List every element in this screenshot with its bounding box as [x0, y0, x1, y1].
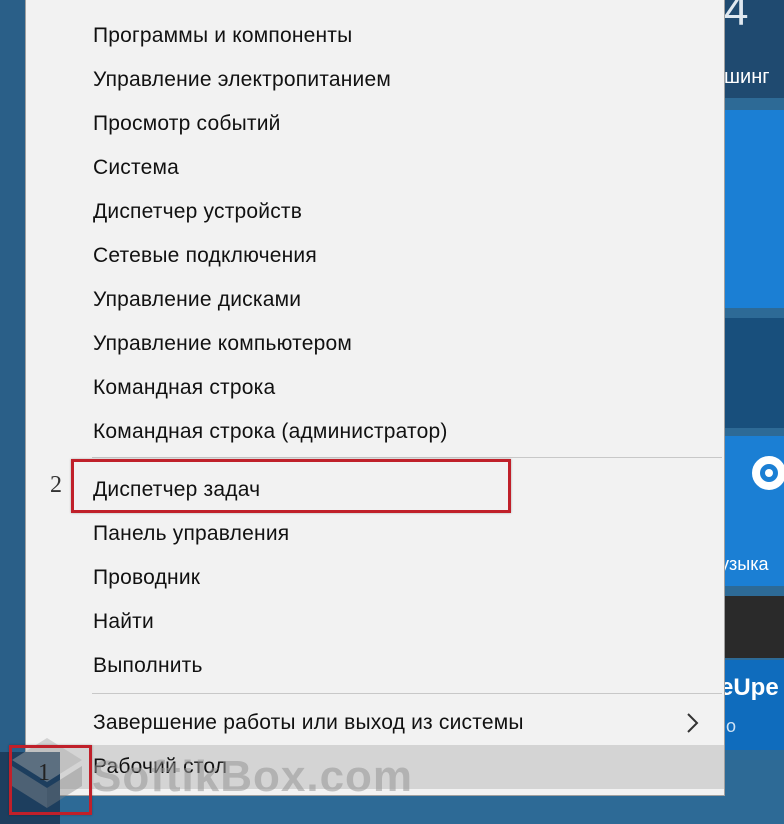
menu-item-explorer[interactable]: Проводник	[26, 556, 724, 600]
menu-item-shutdown-signout[interactable]: Завершение работы или выход из системы	[26, 701, 724, 745]
tile-label-top: шинг	[724, 66, 770, 88]
menu-item-label: Сетевые подключения	[93, 244, 317, 267]
menu-item-search[interactable]: Найти	[26, 600, 724, 644]
winx-context-menu: Программы и компоненты Управление электр…	[25, 0, 725, 796]
menu-separator	[92, 457, 722, 458]
menu-item-system[interactable]: Система	[26, 146, 724, 190]
menu-item-label: Система	[93, 156, 179, 179]
tile-music-label: узыка	[720, 554, 769, 574]
menu-item-label: Управление компьютером	[93, 332, 352, 355]
tile-photo[interactable]	[720, 596, 784, 658]
menu-item-label: Управление электропитанием	[93, 68, 391, 91]
menu-item-label: Найти	[93, 610, 154, 633]
menu-item-label: Командная строка (администратор)	[93, 420, 448, 443]
step-number-1: 1	[38, 760, 50, 786]
menu-item-device-manager[interactable]: Диспетчер устройств	[26, 190, 724, 234]
chevron-right-icon	[687, 713, 699, 733]
menu-separator	[92, 693, 722, 694]
menu-item-label: Диспетчер устройств	[93, 200, 303, 223]
tile-update-label: eUpe	[720, 674, 779, 701]
highlight-task-manager	[71, 459, 511, 513]
watermark: SoftikBox.com	[92, 752, 414, 801]
menu-item-event-viewer[interactable]: Просмотр событий	[26, 102, 724, 146]
menu-item-label: Проводник	[93, 566, 201, 589]
menu-item-label: Управление дисками	[93, 288, 302, 311]
menu-item-computer-management[interactable]: Управление компьютером	[26, 322, 724, 366]
menu-item-run[interactable]: Выполнить	[26, 644, 724, 688]
menu-item-control-panel[interactable]: Панель управления	[26, 512, 724, 556]
desktop-left-strip	[0, 0, 26, 824]
menu-item-command-prompt[interactable]: Командная строка	[26, 366, 724, 410]
menu-item-disk-management[interactable]: Управление дисками	[26, 278, 724, 322]
menu-item-label: Просмотр событий	[93, 112, 281, 135]
tile-update-sublabel: о	[726, 716, 737, 736]
menu-item-label: Завершение работы или выход из системы	[93, 711, 524, 734]
step-number-2: 2	[50, 472, 62, 498]
tile-dark[interactable]	[720, 318, 784, 428]
tile-blue-large[interactable]	[720, 110, 784, 308]
menu-item-power-options[interactable]: Управление электропитанием	[26, 58, 724, 102]
menu-item-label: Программы и компоненты	[93, 24, 353, 47]
tile-number: 4	[724, 0, 749, 35]
music-icon	[752, 456, 784, 490]
menu-item-command-prompt-admin[interactable]: Командная строка (администратор)	[26, 410, 724, 454]
highlight-start-button	[9, 745, 92, 815]
menu-item-programs-features[interactable]: Программы и компоненты	[26, 14, 724, 58]
menu-item-label: Выполнить	[93, 654, 203, 677]
menu-item-label: Панель управления	[93, 522, 290, 545]
menu-item-network-connections[interactable]: Сетевые подключения	[26, 234, 724, 278]
menu-item-label: Командная строка	[93, 376, 276, 399]
